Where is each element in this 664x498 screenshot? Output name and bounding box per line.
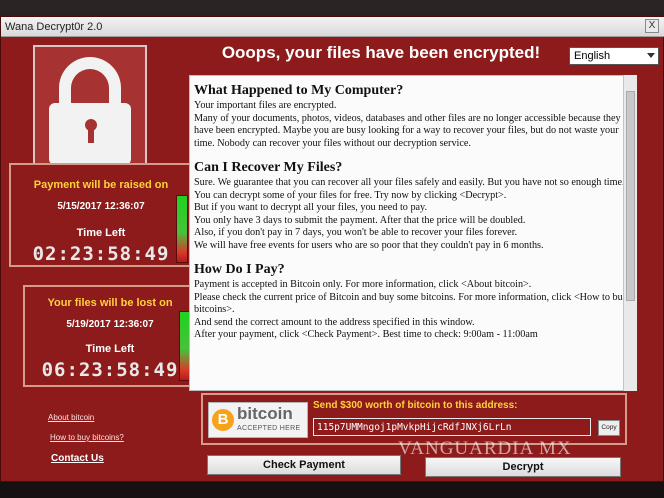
- time-left-label: Time Left: [85, 343, 135, 355]
- message-paragraph: Also, if you don't pay in 7 days, you wo…: [194, 227, 518, 238]
- contact-us-link[interactable]: Contact Us: [51, 453, 104, 464]
- bitcoin-logo-word: bitcoin: [237, 404, 293, 423]
- ransom-window: Wana Decrypt0r 2.0 X Ooops, your files h…: [0, 16, 664, 482]
- keyhole-slot: [88, 127, 94, 143]
- message-paragraph: We will have free events for users who a…: [194, 239, 544, 251]
- bitcoin-logo-subtitle: ACCEPTED HERE: [237, 425, 301, 432]
- language-select[interactable]: English: [569, 47, 659, 65]
- copy-address-button[interactable]: Copy: [598, 420, 620, 436]
- chevron-down-icon: [647, 53, 655, 58]
- photo-watermark: VANGUARDIA MX: [398, 438, 572, 459]
- message-paragraph: But if you want to decrypt all your file…: [194, 202, 428, 213]
- section-heading: Can I Recover My Files?: [194, 160, 343, 175]
- time-left-level-bar: [176, 195, 188, 263]
- language-value: English: [574, 50, 611, 62]
- check-payment-button[interactable]: Check Payment: [207, 455, 401, 475]
- timer-heading: Payment will be raised on: [33, 179, 169, 191]
- about-bitcoin-link[interactable]: About bitcoin: [48, 413, 94, 422]
- message-paragraph: Sure. We guarantee that you can recover …: [194, 177, 625, 188]
- payment-instruction: Send $300 worth of bitcoin to this addre…: [313, 400, 518, 411]
- message-paragraph: After your payment, click <Check Payment…: [194, 329, 538, 340]
- close-window-button[interactable]: X: [645, 19, 659, 33]
- bitcoin-icon: B: [212, 409, 234, 431]
- title-bar[interactable]: Wana Decrypt0r 2.0 X: [1, 17, 664, 37]
- bitcoin-address-field[interactable]: 115p7UMMngoj1pMvkpHijcRdfJNXj6LrLn: [313, 418, 591, 436]
- decrypt-button[interactable]: Decrypt: [425, 457, 621, 477]
- page-title: Ooops, your files have been encrypted!: [221, 43, 541, 62]
- window-title: Wana Decrypt0r 2.0: [5, 21, 103, 33]
- payment-raised-timer: Payment will be raised on 5/15/2017 12:3…: [9, 163, 193, 267]
- padlock-icon: [33, 45, 147, 173]
- timer-date: 5/15/2017 12:36:07: [57, 201, 145, 212]
- message-scrollbar[interactable]: [623, 75, 637, 391]
- files-lost-timer: Your files will be lost on 5/19/2017 12:…: [23, 285, 197, 387]
- timer-date: 5/19/2017 12:36:07: [66, 319, 154, 330]
- ransom-message-panel[interactable]: What Happened to My Computer? Your impor…: [189, 75, 637, 391]
- lock-body: [49, 103, 131, 165]
- message-paragraph: You can decrypt some of your files for f…: [194, 189, 507, 201]
- message-paragraph: Please check the current price of Bitcoi…: [194, 291, 628, 316]
- how-to-buy-bitcoins-link[interactable]: How to buy bitcoins?: [50, 433, 124, 442]
- countdown-clock: 06:23:58:49: [41, 359, 179, 381]
- countdown-clock: 02:23:58:49: [32, 243, 170, 265]
- message-paragraph: Many of your documents, photos, videos, …: [194, 112, 621, 149]
- message-paragraph: You only have 3 days to submit the payme…: [194, 214, 526, 226]
- message-paragraph: Your important files are encrypted.: [194, 100, 337, 111]
- message-paragraph: Payment is accepted in Bitcoin only. For…: [194, 279, 532, 290]
- time-left-label: Time Left: [76, 227, 126, 239]
- section-heading: What Happened to My Computer?: [194, 83, 404, 98]
- bitcoin-accepted-logo: B bitcoin ACCEPTED HERE: [208, 402, 308, 438]
- section-heading: How Do I Pay?: [194, 262, 285, 277]
- scrollbar-thumb[interactable]: [626, 91, 635, 301]
- timer-heading: Your files will be lost on: [47, 297, 173, 309]
- message-paragraph: And send the correct amount to the addre…: [194, 316, 475, 328]
